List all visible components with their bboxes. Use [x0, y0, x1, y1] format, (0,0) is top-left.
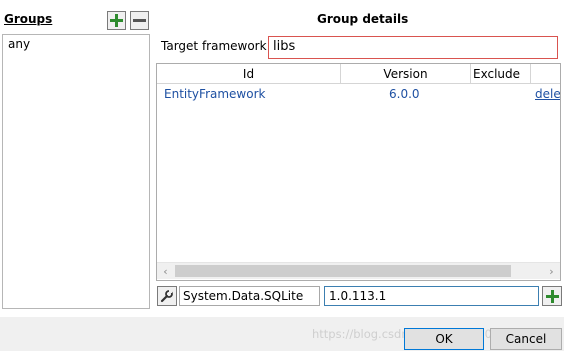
scroll-left-icon[interactable]: ‹ [157, 263, 174, 280]
cell-id[interactable]: EntityFramework [164, 85, 334, 103]
cell-version[interactable]: 6.0.0 [389, 85, 449, 103]
grid-header: Id Version Exclude [157, 64, 560, 84]
wrench-icon [160, 290, 173, 303]
add-group-button[interactable] [107, 11, 126, 30]
scrollbar-thumb[interactable] [175, 265, 511, 277]
horizontal-scrollbar[interactable]: ‹ › [157, 262, 560, 279]
dialog-footer: https://blog.csdn.net/qq_45260783 OK Can… [0, 317, 564, 351]
plus-icon [545, 289, 559, 303]
package-version-input[interactable]: 1.0.113.1 [324, 286, 539, 306]
plus-icon [110, 14, 123, 27]
group-details-title: Group details [317, 12, 409, 26]
cancel-button[interactable]: Cancel [490, 328, 562, 350]
column-header-version[interactable]: Version [341, 64, 471, 84]
settings-button[interactable] [157, 286, 177, 306]
remove-group-button[interactable] [130, 11, 149, 30]
ok-button[interactable]: OK [404, 328, 484, 350]
list-item[interactable]: any [3, 35, 149, 53]
target-framework-label: Target framework [161, 39, 267, 53]
scroll-right-icon[interactable]: › [543, 263, 560, 280]
package-name-input[interactable]: System.Data.SQLite [179, 286, 320, 306]
delete-link[interactable]: dele [535, 85, 560, 103]
column-header-id[interactable]: Id [157, 64, 341, 84]
minus-icon [133, 19, 146, 22]
target-framework-input[interactable]: libs [268, 36, 558, 59]
groups-title: Groups [4, 12, 53, 26]
add-package-button[interactable] [542, 286, 562, 306]
groups-list[interactable]: any [2, 34, 150, 309]
packages-grid[interactable]: Id Version Exclude EntityFramework 6.0.0… [156, 63, 561, 281]
column-header-exclude[interactable]: Exclude [471, 64, 531, 84]
